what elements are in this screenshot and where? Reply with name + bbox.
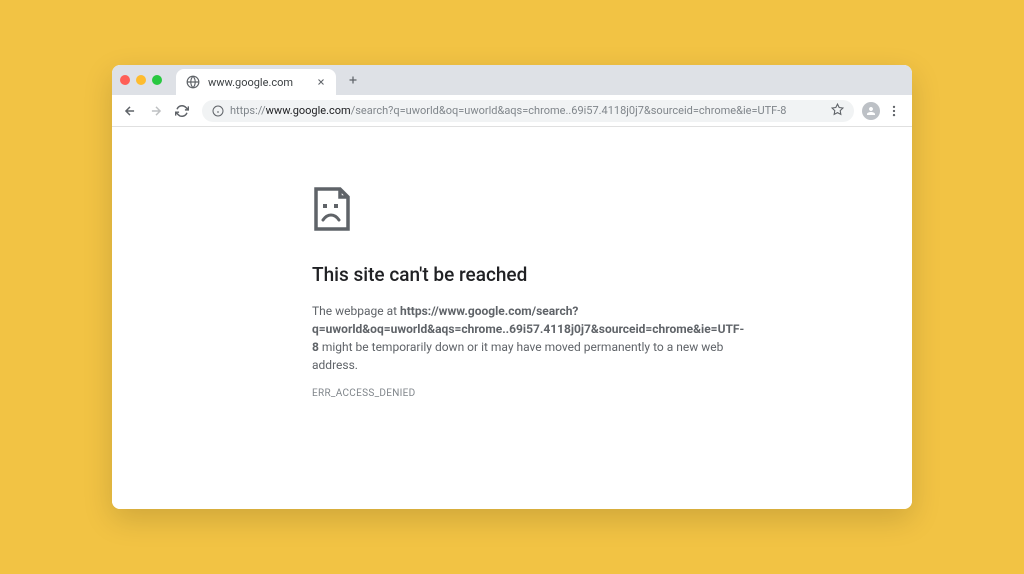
- error-body-prefix: The webpage at: [312, 304, 400, 318]
- back-button[interactable]: [118, 99, 142, 123]
- error-body-suffix: might be temporarily down or it may have…: [312, 340, 723, 372]
- globe-icon: [186, 75, 200, 89]
- bookmark-button[interactable]: [831, 103, 844, 119]
- maximize-window-button[interactable]: [152, 75, 162, 85]
- new-tab-button[interactable]: [342, 69, 364, 91]
- close-tab-button[interactable]: [316, 77, 326, 87]
- forward-button[interactable]: [144, 99, 168, 123]
- address-bar[interactable]: https://www.google.com/search?q=uworld&o…: [202, 100, 854, 122]
- minimize-window-button[interactable]: [136, 75, 146, 85]
- error-heading: This site can't be reached: [312, 263, 912, 286]
- browser-tab[interactable]: www.google.com: [176, 69, 336, 95]
- url-path: /search?q=uworld&oq=uworld&aqs=chrome..6…: [351, 104, 787, 117]
- page-content: This site can't be reached The webpage a…: [112, 127, 912, 509]
- window-controls: [120, 75, 162, 85]
- info-icon: [212, 105, 224, 117]
- profile-avatar[interactable]: [862, 102, 880, 120]
- url-text: https://www.google.com/search?q=uworld&o…: [230, 104, 825, 117]
- url-prefix: https://: [230, 104, 266, 117]
- reload-button[interactable]: [170, 99, 194, 123]
- url-host: www.google.com: [266, 104, 351, 117]
- close-window-button[interactable]: [120, 75, 130, 85]
- error-body: The webpage at https://www.google.com/se…: [312, 302, 732, 374]
- toolbar: https://www.google.com/search?q=uworld&o…: [112, 95, 912, 127]
- tab-title: www.google.com: [208, 76, 308, 89]
- menu-button[interactable]: [882, 99, 906, 123]
- error-code: ERR_ACCESS_DENIED: [312, 388, 912, 399]
- sad-page-icon: [312, 187, 912, 235]
- browser-window: www.google.com: [112, 65, 912, 509]
- tab-bar: www.google.com: [112, 65, 912, 95]
